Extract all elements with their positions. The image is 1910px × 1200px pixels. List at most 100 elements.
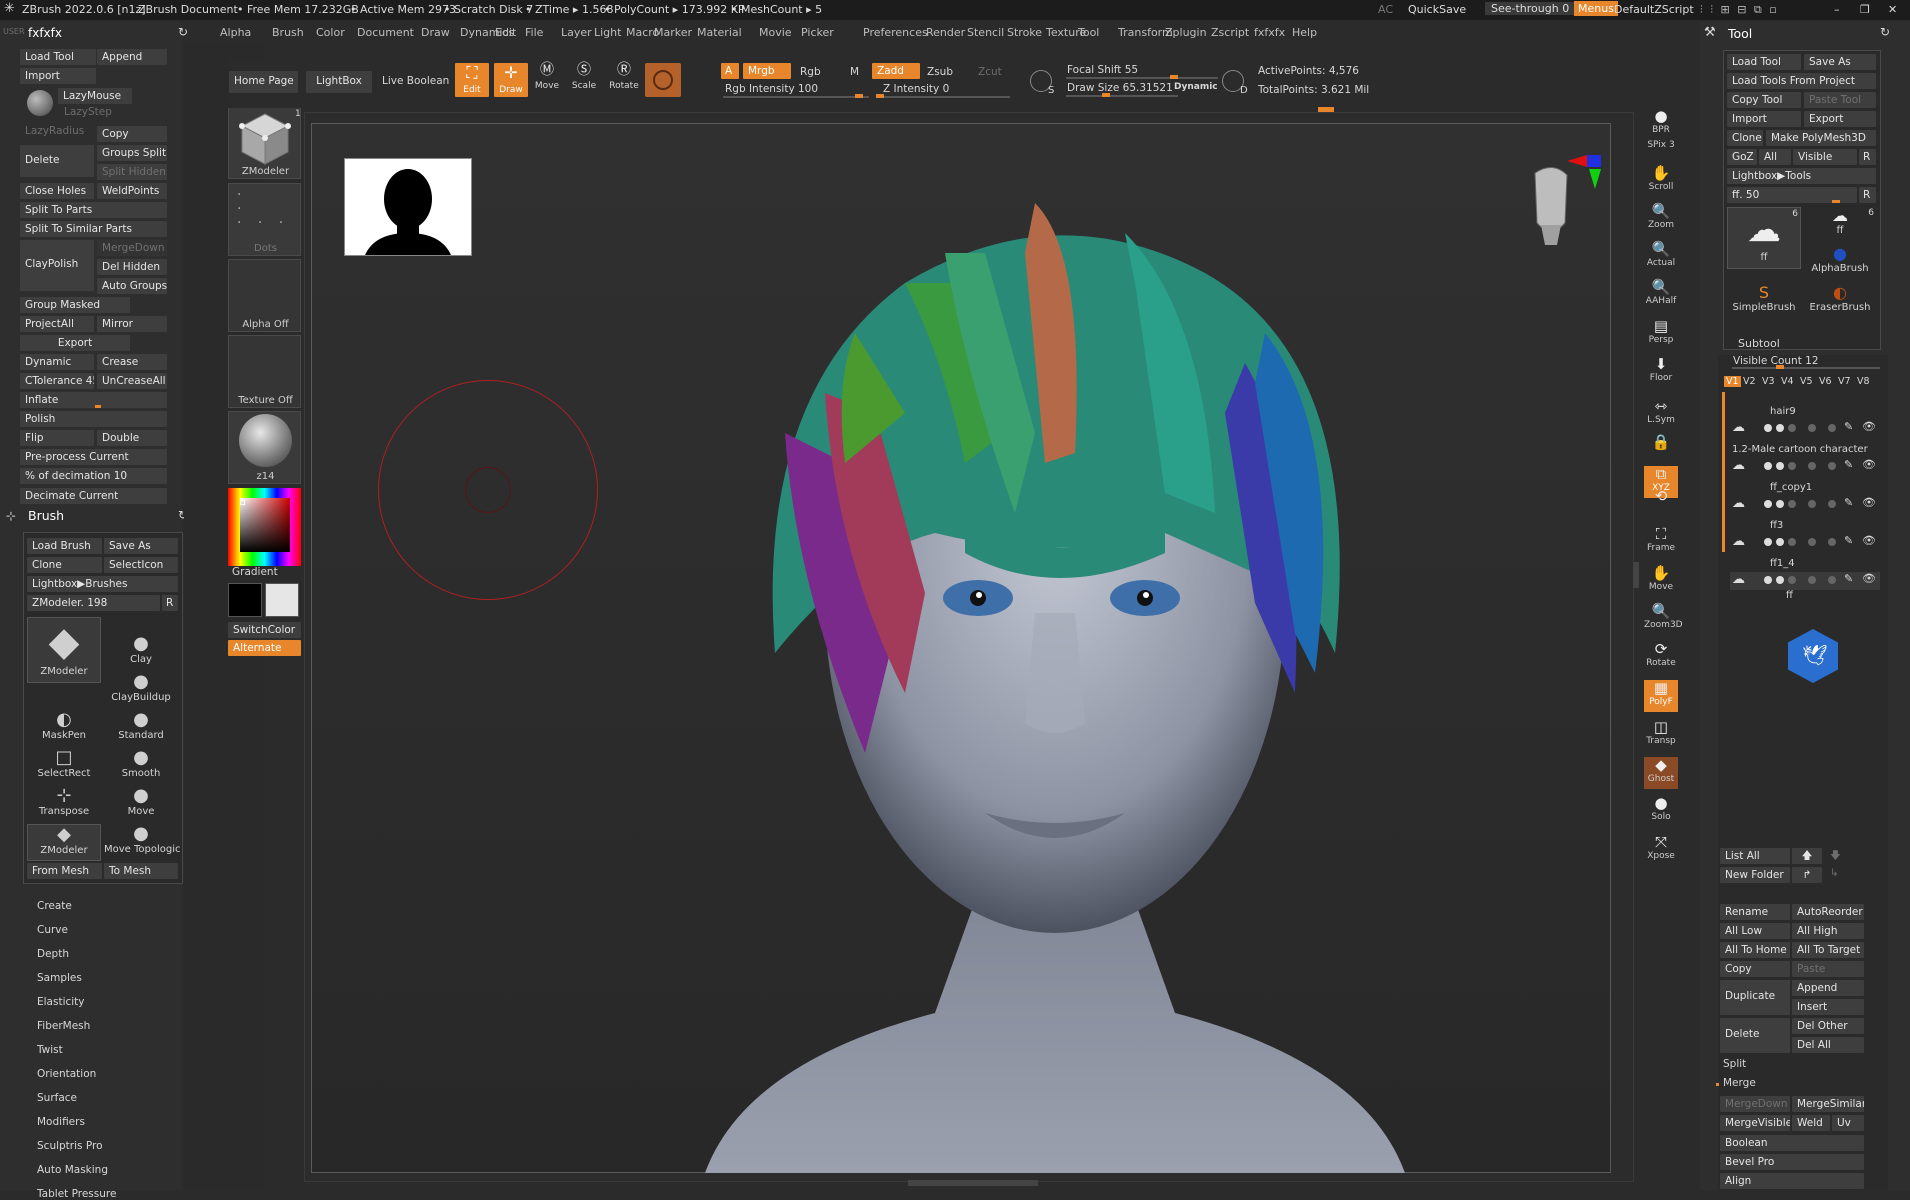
subtool-row[interactable]: ☁ ✎ 👁 bbox=[1730, 572, 1880, 590]
shelf-frame[interactable]: ⛶ Frame bbox=[1644, 526, 1678, 558]
brush-palette-handle-icon[interactable]: ⊹ bbox=[6, 509, 16, 523]
subtool-toggle-dot[interactable] bbox=[1788, 538, 1796, 546]
subtool-toggle-dot[interactable] bbox=[1776, 538, 1784, 546]
brush-tile-maskpen[interactable]: ◐ MaskPen bbox=[27, 710, 101, 747]
shelf-ghost[interactable]: ◆ Ghost bbox=[1644, 757, 1678, 789]
dynamic-button[interactable]: Dynamic bbox=[20, 354, 94, 370]
brush-mode-icon[interactable]: ✎ bbox=[1844, 420, 1853, 433]
material-tile[interactable]: z14 bbox=[228, 411, 301, 484]
shelf-actual[interactable]: 🔍 Actual bbox=[1644, 241, 1678, 273]
subtool-toggle-dot[interactable] bbox=[1776, 500, 1784, 508]
tool-export-button[interactable]: Export bbox=[1804, 111, 1876, 127]
rgb-toggle[interactable]: Rgb bbox=[800, 66, 821, 78]
alpha-tile[interactable]: Alpha Off bbox=[228, 259, 301, 332]
tool-import-button[interactable]: Import bbox=[1727, 111, 1801, 127]
shelf-move[interactable]: ✋ Move bbox=[1644, 565, 1678, 597]
shelf-persp[interactable]: ▤ Persp bbox=[1644, 318, 1678, 350]
subtool-row[interactable]: ☁ ✎ 👁 bbox=[1730, 458, 1880, 476]
preprocess-current-button[interactable]: Pre-process Current bbox=[20, 449, 167, 465]
material-sphere-shelf-button[interactable] bbox=[645, 63, 681, 97]
version-tab-v6[interactable]: V6 bbox=[1819, 376, 1832, 387]
load-tool-button[interactable]: Load Tool bbox=[20, 49, 96, 65]
brush-clone-button[interactable]: Clone bbox=[27, 557, 102, 573]
subtool-name[interactable]: ff1_4 bbox=[1770, 558, 1795, 569]
folder-arrow-dim-icon[interactable]: ↳ bbox=[1830, 867, 1839, 879]
subtool-row[interactable]: ☁ ✎ 👁 bbox=[1730, 420, 1880, 438]
canvas-area[interactable] bbox=[304, 112, 1634, 1182]
visibility-eye-icon[interactable]: 👁 bbox=[1862, 572, 1876, 585]
subtool-title[interactable]: Subtool bbox=[1738, 337, 1780, 350]
scale-button[interactable]: Ⓢ Scale bbox=[569, 63, 599, 97]
subtool-mergedown-button[interactable]: MergeDown bbox=[1720, 1096, 1790, 1112]
brush-palette-title[interactable]: Brush bbox=[28, 508, 64, 523]
home-page-button[interactable]: Home Page bbox=[229, 71, 298, 93]
decimate-current-button[interactable]: Decimate Current bbox=[20, 488, 167, 504]
split-similar-parts-button[interactable]: Split To Similar Parts bbox=[20, 221, 167, 237]
tool-palette-title[interactable]: Tool bbox=[1728, 26, 1752, 41]
uncreaseall-button[interactable]: UnCreaseAll bbox=[97, 373, 167, 389]
shelf-bpr[interactable]: ● BPR bbox=[1644, 108, 1678, 140]
subtool-toggle-dot[interactable] bbox=[1788, 576, 1796, 584]
delete-button[interactable]: Delete bbox=[20, 145, 94, 177]
subtool-append-button[interactable]: Append bbox=[1792, 980, 1864, 996]
append-button[interactable]: Append bbox=[97, 49, 167, 65]
subpalette-orientation[interactable]: Orientation bbox=[37, 1068, 96, 1080]
subtool-toggle-dot[interactable] bbox=[1828, 576, 1836, 584]
menu-render[interactable]: Render bbox=[926, 26, 965, 39]
canvas-right-handle[interactable] bbox=[1633, 562, 1639, 588]
tool-clone-button[interactable]: Clone bbox=[1727, 130, 1763, 146]
menu-zplugin[interactable]: Zplugin bbox=[1165, 26, 1207, 39]
goz-all-button[interactable]: All bbox=[1759, 149, 1791, 165]
subtool-toggle-dot[interactable] bbox=[1788, 462, 1796, 470]
rename-button[interactable]: Rename bbox=[1720, 904, 1790, 920]
zadd-toggle[interactable]: Zadd bbox=[872, 63, 920, 79]
subtool-row[interactable]: ☁ ✎ 👁 bbox=[1730, 534, 1880, 552]
menu-stroke[interactable]: Stroke bbox=[1007, 26, 1042, 39]
lightbox-button[interactable]: LightBox bbox=[306, 71, 372, 93]
insert-button[interactable]: Insert bbox=[1792, 999, 1864, 1015]
double-button[interactable]: Double bbox=[97, 430, 167, 446]
menu-marker[interactable]: Marker bbox=[654, 26, 692, 39]
ff-slider-knob[interactable] bbox=[1832, 200, 1840, 203]
subtool-name[interactable]: ff3 bbox=[1770, 520, 1783, 531]
menu-picker[interactable]: Picker bbox=[801, 26, 834, 39]
tool-palette-handle-icon[interactable]: ⚒ bbox=[1704, 25, 1716, 40]
shelf-scroll[interactable]: ✋ Scroll bbox=[1644, 165, 1678, 197]
autoreorder-button[interactable]: AutoReorder bbox=[1792, 904, 1864, 920]
uv-button[interactable]: Uv bbox=[1832, 1115, 1864, 1131]
canvas-bottom-scroll[interactable] bbox=[908, 1180, 1038, 1186]
subtool-name[interactable]: ff bbox=[1786, 590, 1793, 601]
color-picker-cursor[interactable] bbox=[240, 500, 245, 505]
subpalette-sculptris-pro[interactable]: Sculptris Pro bbox=[37, 1140, 103, 1152]
brush-tile-move-topologic[interactable]: ● Move Topologic bbox=[104, 824, 181, 861]
secondary-color-swatch[interactable] bbox=[265, 583, 299, 617]
shelf-zoom3d[interactable]: 🔍 Zoom3D bbox=[1644, 603, 1683, 635]
lazyradius-slider[interactable]: LazyRadius bbox=[25, 125, 84, 137]
main-color-swatch[interactable] bbox=[228, 583, 262, 617]
visible-count-knob[interactable] bbox=[1776, 365, 1784, 369]
subpalette-twist[interactable]: Twist bbox=[37, 1044, 63, 1056]
stroke-tile[interactable]: · · · · · Dots bbox=[228, 183, 301, 256]
move-up-icon[interactable]: 🡅 bbox=[1792, 848, 1822, 864]
decimation-slider[interactable]: % of decimation 10 bbox=[20, 468, 167, 484]
subtool-toggle-dot[interactable] bbox=[1828, 538, 1836, 546]
subpalette-surface[interactable]: Surface bbox=[37, 1092, 77, 1104]
menu-edit[interactable]: Edit bbox=[495, 26, 516, 39]
subtool-toggle-dot[interactable] bbox=[1808, 424, 1816, 432]
menu-zscript[interactable]: Zscript bbox=[1211, 26, 1249, 39]
move-button[interactable]: Ⓜ Move bbox=[532, 63, 562, 97]
align-subpalette[interactable]: Align bbox=[1720, 1173, 1864, 1189]
subtool-name[interactable]: hair9 bbox=[1770, 406, 1796, 417]
menu-material[interactable]: Material bbox=[697, 26, 742, 39]
subtool-toggle-dot[interactable] bbox=[1776, 576, 1784, 584]
paste-tool-button[interactable]: Paste Tool bbox=[1804, 92, 1876, 108]
brush-tile-transpose[interactable]: ⊹ Transpose bbox=[27, 786, 101, 823]
bevel-pro-subpalette[interactable]: Bevel Pro bbox=[1720, 1154, 1864, 1170]
inflate-slider[interactable]: Inflate bbox=[20, 392, 167, 408]
brush-tile-claybuildup[interactable]: ● ClayBuildup bbox=[104, 672, 178, 709]
load-tools-from-project-button[interactable]: Load Tools From Project bbox=[1727, 73, 1876, 89]
shelf-polyf[interactable]: ▦ PolyF bbox=[1644, 680, 1678, 712]
visibility-eye-icon[interactable]: 👁 bbox=[1862, 496, 1876, 509]
maximize-icon[interactable]: ❐ bbox=[1860, 3, 1870, 16]
all-high-button[interactable]: All High bbox=[1792, 923, 1864, 939]
